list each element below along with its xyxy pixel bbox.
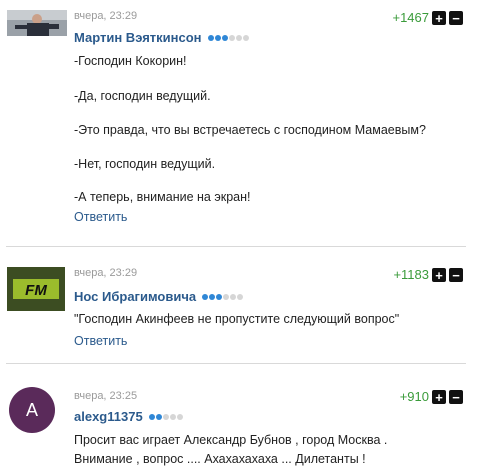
upvote-button[interactable]: + xyxy=(432,11,446,25)
comment-rating: +1183 xyxy=(393,267,429,282)
rank-dot xyxy=(235,34,242,41)
upvote-button[interactable]: + xyxy=(432,390,446,404)
rank-dot xyxy=(221,34,228,41)
rank-dot xyxy=(228,34,235,41)
rank-dot xyxy=(216,293,223,300)
comment-line: -Да, господин ведущий. xyxy=(74,89,211,103)
rank-dots xyxy=(207,34,249,41)
comment-rating: +910 xyxy=(399,389,429,404)
comment-time: вчера, 23:29 xyxy=(74,10,138,22)
comment-time: вчера, 23:29 xyxy=(74,267,138,279)
comment-line: Внимание , вопрос .... Ахахахахаха ... Д… xyxy=(74,452,366,466)
rank-dot xyxy=(242,34,249,41)
rank-dot xyxy=(176,413,183,420)
downvote-button[interactable]: − xyxy=(449,390,463,404)
downvote-button[interactable]: − xyxy=(449,11,463,25)
reply-link[interactable]: Ответить xyxy=(74,334,127,348)
rank-dot xyxy=(207,34,214,41)
upvote-button[interactable]: + xyxy=(432,268,446,282)
author-label: Мартин Вэяткинсон xyxy=(74,30,202,45)
avatar[interactable]: A xyxy=(9,387,55,433)
avatar-logo-text: FM xyxy=(25,282,47,299)
comment: FM вчера, 23:29 Нос Ибрагимовича +1183 +… xyxy=(0,247,477,363)
comment: A вчера, 23:25 alexg11375 +910 + − Проси… xyxy=(0,364,477,468)
comment-line: "Господин Акинфеев не пропустите следующ… xyxy=(74,312,400,326)
comment-time: вчера, 23:25 xyxy=(74,390,138,402)
comment-line: -Нет, господин ведущий. xyxy=(74,157,216,171)
comment: вчера, 23:29 Мартин Вэяткинсон +1467 + −… xyxy=(0,0,477,246)
author-name[interactable]: alexg11375 xyxy=(74,409,183,424)
rank-dot xyxy=(202,293,209,300)
author-label: Нос Ибрагимовича xyxy=(74,289,197,304)
rank-dot xyxy=(155,413,162,420)
author-name[interactable]: Нос Ибрагимовича xyxy=(74,289,244,304)
avatar[interactable]: FM xyxy=(7,267,65,311)
reply-link[interactable]: Ответить xyxy=(74,210,127,224)
author-label: alexg11375 xyxy=(74,409,143,424)
comment-line: Просит вас играет Александр Бубнов , гор… xyxy=(74,433,388,447)
comment-rating: +1467 xyxy=(392,10,429,25)
comment-line: -А теперь, внимание на экран! xyxy=(74,190,251,204)
comment-line: -Господин Кокорин! xyxy=(74,54,187,68)
author-name[interactable]: Мартин Вэяткинсон xyxy=(74,30,249,45)
rank-dots xyxy=(202,293,244,300)
rank-dot xyxy=(169,413,176,420)
rank-dot xyxy=(209,293,216,300)
rank-dots xyxy=(148,413,183,420)
rank-dot xyxy=(223,293,230,300)
rank-dot xyxy=(237,293,244,300)
rank-dot xyxy=(162,413,169,420)
comment-line: -Это правда, что вы встречаетесь с госпо… xyxy=(74,123,426,137)
rank-dot xyxy=(148,413,155,420)
downvote-button[interactable]: − xyxy=(449,268,463,282)
rank-dot xyxy=(214,34,221,41)
rank-dot xyxy=(230,293,237,300)
avatar[interactable] xyxy=(7,10,67,36)
